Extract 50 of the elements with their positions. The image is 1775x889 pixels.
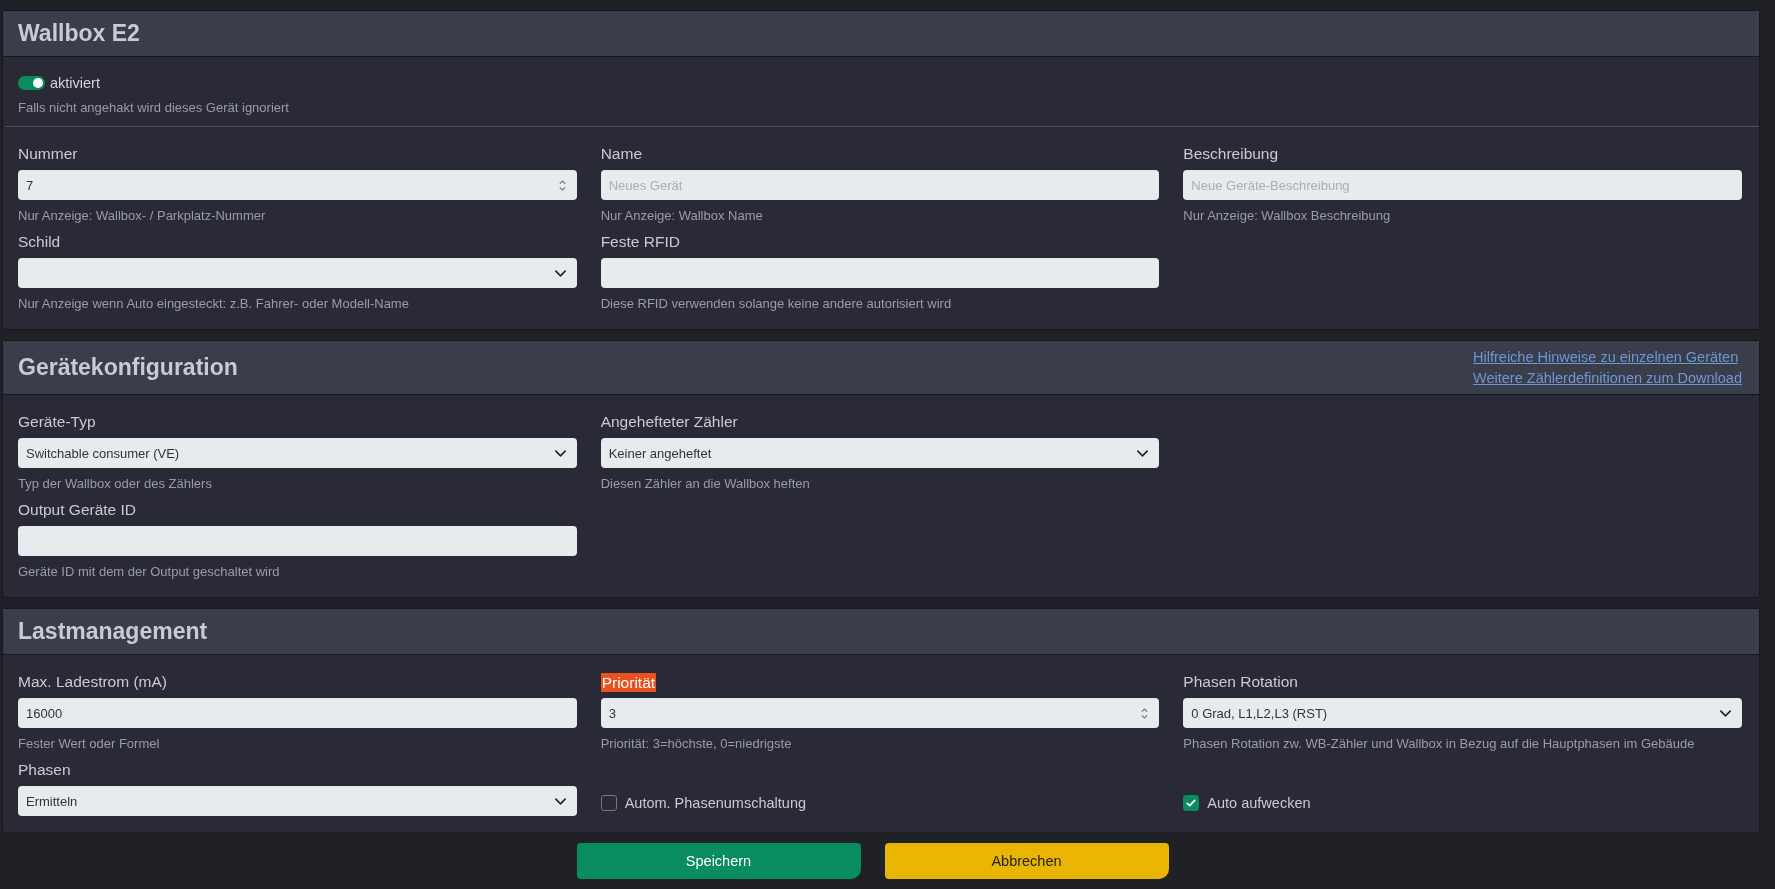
help-text: Diese RFID verwenden solange keine andere autorisiert wird <box>600 296 953 313</box>
field-label: Phasen <box>18 761 71 778</box>
help-text: Nur Anzeige: Wallbox Name <box>600 208 764 225</box>
select-field[interactable] <box>18 258 577 288</box>
select-field[interactable]: Keiner angeheftet <box>600 438 1160 468</box>
select-field[interactable]: 0 Grad, L1,L2,L3 (RST) <box>1183 698 1742 728</box>
field-label: Name <box>600 145 642 162</box>
field-label: Schild <box>18 233 61 250</box>
input-field[interactable]: 16000 <box>18 698 577 728</box>
help-text: Geräte ID mit dem der Output geschaltet wird <box>18 564 281 581</box>
help-text: Typ der Wallbox oder des Zählers <box>18 476 213 493</box>
field-label: Angehefteter Zähler <box>600 413 738 430</box>
section-title: Wallbox E2 <box>18 20 140 47</box>
help-text: Nur Anzeige wenn Auto eingesteckt: z.B. Fahrer- oder Modell-Name <box>18 296 410 313</box>
help-link[interactable]: Hilfreiche Hinweise zu einzelnen Geräten <box>1473 349 1739 365</box>
help-link[interactable]: Weitere Zählerdefinitionen zum Download <box>1473 370 1742 386</box>
checkbox[interactable] <box>1183 795 1200 811</box>
checkbox-label: Auto aufwecken <box>1207 795 1311 811</box>
field-label: Max. Ladestrom (mA) <box>18 673 167 690</box>
help-text: Diesen Zähler an die Wallbox heften <box>600 476 811 493</box>
help-text: Priorität: 3=höchste, 0=niedrigste <box>600 736 793 753</box>
section-title: Gerätekonfiguration <box>18 354 238 381</box>
select-field[interactable]: Switchable consumer (VE) <box>18 438 577 468</box>
field-label: Feste RFID <box>600 233 680 250</box>
number-field[interactable]: 3 <box>600 698 1160 728</box>
input-field[interactable] <box>18 526 577 556</box>
field-label: Geräte-Typ <box>18 413 96 430</box>
field-label: Phasen Rotation <box>1183 673 1298 690</box>
spinner-icon[interactable] <box>1140 705 1150 721</box>
field-label: Beschreibung <box>1183 145 1279 162</box>
field-label: Nummer <box>18 145 78 162</box>
help-text: Falls nicht angehakt wird dieses Gerät ignoriert <box>18 100 290 117</box>
help-text: Fester Wert oder Formel <box>18 736 161 753</box>
field-label: Priorität <box>600 673 657 692</box>
number-field[interactable]: 7 <box>18 170 577 200</box>
help-text: Phasen Rotation zw. WB-Zähler und Wallbox in Bezug auf die Hauptphasen im Gebäude <box>1183 736 1696 753</box>
field-label: Output Geräte ID <box>18 501 137 518</box>
toggle-switch[interactable] <box>18 76 45 90</box>
section-title: Lastmanagement <box>18 618 208 645</box>
toggle-label: aktiviert <box>50 75 100 91</box>
spinner-icon[interactable] <box>557 177 567 193</box>
select-field[interactable]: Ermitteln <box>18 786 577 816</box>
check-icon <box>1185 797 1198 809</box>
action-button[interactable]: Abbrechen <box>884 842 1169 879</box>
checkbox[interactable] <box>600 795 617 811</box>
input-field[interactable] <box>600 258 1160 288</box>
help-text: Nur Anzeige: Wallbox- / Parkplatz-Nummer <box>18 208 267 225</box>
help-text: Nur Anzeige: Wallbox Beschreibung <box>1183 208 1392 225</box>
checkbox-label: Autom. Phasenumschaltung <box>624 795 806 811</box>
action-button[interactable]: Speichern <box>576 842 861 879</box>
